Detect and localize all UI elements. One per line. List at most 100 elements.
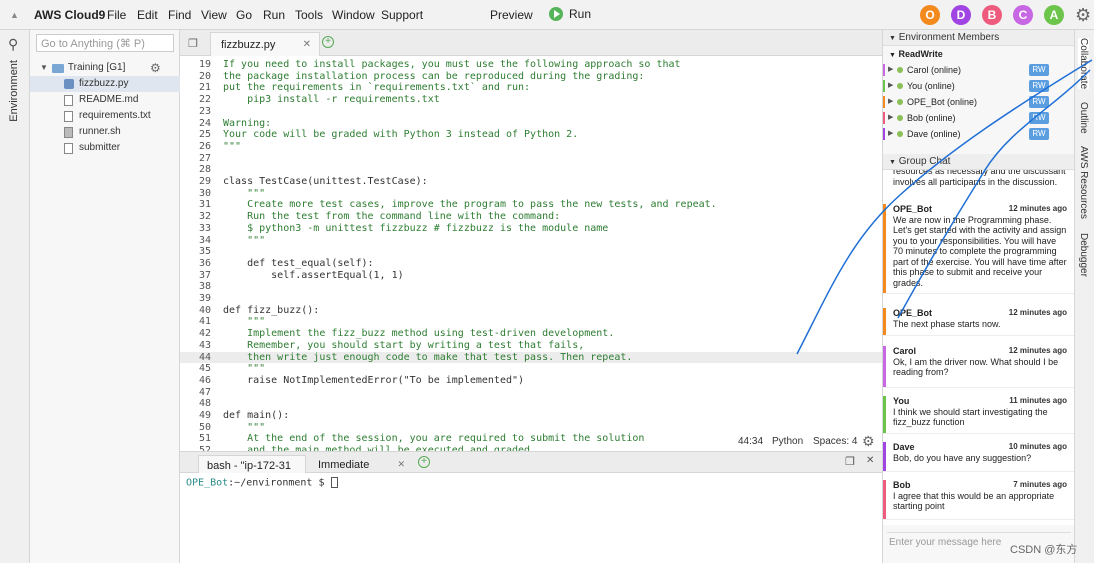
code-line[interactable]: 31 Create more test cases, improve the p… bbox=[180, 199, 882, 211]
tab-bash[interactable]: bash - "ip-172-31 ✕ bbox=[198, 455, 306, 483]
menu-run[interactable]: Run bbox=[263, 8, 285, 22]
avatar-b[interactable]: B bbox=[982, 5, 1002, 25]
code-line[interactable]: 38 bbox=[180, 281, 882, 293]
code-line[interactable]: 43 Remember, you should start by writing… bbox=[180, 340, 882, 352]
goto-anything-input[interactable]: Go to Anything (⌘ P) bbox=[36, 34, 174, 52]
code-line[interactable]: 46 raise NotImplementedError("To be impl… bbox=[180, 375, 882, 387]
tab-outline[interactable]: Outline bbox=[1078, 102, 1089, 134]
avatar-a[interactable]: A bbox=[1044, 5, 1064, 25]
code-line[interactable]: 25 Your code will be graded with Python 3… bbox=[180, 129, 882, 141]
tree-file-submitter[interactable]: submitter bbox=[30, 140, 180, 156]
member-row[interactable]: ▶ Carol (online) RW bbox=[883, 62, 1074, 78]
group-chat-header[interactable]: ▼ Group Chat bbox=[883, 154, 1075, 170]
folder-gear-icon[interactable]: ⚙ bbox=[150, 60, 161, 76]
code-line[interactable]: 30 """ bbox=[180, 188, 882, 200]
code-line[interactable]: 24 Warning: bbox=[180, 118, 882, 130]
environment-tab[interactable]: Environment bbox=[8, 60, 20, 122]
readwrite-group[interactable]: ▼ ReadWrite bbox=[883, 46, 1074, 62]
menu-find[interactable]: Find bbox=[168, 8, 191, 22]
preview-button[interactable]: Preview bbox=[490, 8, 533, 22]
add-terminal-icon[interactable]: + bbox=[418, 456, 430, 468]
menu-window[interactable]: Window bbox=[332, 8, 375, 22]
pages-icon[interactable]: ❐ bbox=[188, 37, 198, 50]
settings-gear-icon[interactable]: ⚙ bbox=[1075, 5, 1091, 26]
rw-badge[interactable]: RW bbox=[1029, 64, 1049, 76]
code-line[interactable]: 26 """ bbox=[180, 141, 882, 153]
close-icon[interactable]: ✕ bbox=[397, 459, 405, 470]
rw-badge[interactable]: RW bbox=[1029, 96, 1049, 108]
code-line[interactable]: 34 """ bbox=[180, 235, 882, 247]
chevron-right-icon[interactable]: ▶ bbox=[888, 94, 893, 110]
close-panel-icon[interactable]: ✕ bbox=[866, 455, 874, 466]
avatar-o[interactable]: O bbox=[920, 5, 940, 25]
tree-file-fizzbuzz[interactable]: fizzbuzz.py bbox=[30, 76, 180, 92]
code-line[interactable]: 37 self.assertEqual(1, 1) bbox=[180, 270, 882, 282]
tab-immediate[interactable]: Immediate ✕ bbox=[310, 455, 405, 474]
tab-fizzbuzz[interactable]: fizzbuzz.py ✕ bbox=[210, 32, 320, 56]
menu-go[interactable]: Go bbox=[236, 8, 252, 22]
terminal[interactable]: OPE_Bot:~/environment $ bbox=[180, 473, 882, 563]
search-icon[interactable]: ⚲ bbox=[8, 36, 18, 53]
collapse-icon[interactable]: ▲ bbox=[10, 10, 19, 20]
code-line[interactable]: 47 bbox=[180, 387, 882, 399]
tab-aws-resources[interactable]: AWS Resources bbox=[1078, 146, 1089, 219]
editor-settings-icon[interactable]: ⚙ bbox=[862, 433, 875, 450]
tree-file-readme[interactable]: README.md bbox=[30, 92, 180, 108]
code-line[interactable]: 40 def fizz_buzz(): bbox=[180, 305, 882, 317]
avatar-d[interactable]: D bbox=[951, 5, 971, 25]
menu-file[interactable]: File bbox=[107, 8, 126, 22]
menu-edit[interactable]: Edit bbox=[137, 8, 158, 22]
code-line[interactable]: 27 bbox=[180, 153, 882, 165]
code-line[interactable]: 35 bbox=[180, 246, 882, 258]
chevron-right-icon[interactable]: ▶ bbox=[888, 78, 893, 94]
menu-view[interactable]: View bbox=[201, 8, 227, 22]
code-line[interactable]: 45 """ bbox=[180, 363, 882, 375]
code-editor[interactable]: 19 If you need to install packages, you m… bbox=[180, 56, 882, 451]
menu-support[interactable]: Support bbox=[381, 8, 423, 22]
app-brand[interactable]: AWS Cloud9 bbox=[34, 8, 105, 22]
add-tab-icon[interactable]: + bbox=[322, 36, 334, 48]
menu-tools[interactable]: Tools bbox=[295, 8, 323, 22]
tree-file-requirements[interactable]: requirements.txt bbox=[30, 108, 180, 124]
indent-setting[interactable]: Spaces: 4 bbox=[813, 436, 857, 447]
code-line[interactable]: 19 If you need to install packages, you m… bbox=[180, 59, 882, 71]
code-line[interactable]: 42 Implement the fizz_buzz method using … bbox=[180, 328, 882, 340]
avatar-c[interactable]: C bbox=[1013, 5, 1033, 25]
code-line[interactable]: 23 bbox=[180, 106, 882, 118]
member-row[interactable]: ▶ Bob (online) RW bbox=[883, 110, 1074, 126]
run-button[interactable]: Run bbox=[549, 7, 591, 21]
code-line[interactable]: 29 class TestCase(unittest.TestCase): bbox=[180, 176, 882, 188]
code-line[interactable]: 22 pip3 install -r requirements.txt bbox=[180, 94, 882, 106]
code-line[interactable]: 21 put the requirements in `requirements.… bbox=[180, 82, 882, 94]
code-line[interactable]: 50 """ bbox=[180, 422, 882, 434]
rw-badge[interactable]: RW bbox=[1029, 80, 1049, 92]
code-line[interactable]: 33 $ python3 -m unittest fizzbuzz # fizz… bbox=[180, 223, 882, 235]
chevron-right-icon[interactable]: ▶ bbox=[888, 126, 893, 142]
tree-file-runner[interactable]: runner.sh bbox=[30, 124, 180, 140]
code-line[interactable]: 28 bbox=[180, 164, 882, 176]
code-line[interactable]: 48 bbox=[180, 398, 882, 410]
member-row[interactable]: ▶ You (online) RW bbox=[883, 78, 1074, 94]
members-header[interactable]: ▼ Environment Members bbox=[883, 30, 1074, 46]
code-line[interactable]: 36 def test_equal(self): bbox=[180, 258, 882, 270]
member-row[interactable]: ▶ OPE_Bot (online) RW bbox=[883, 94, 1074, 110]
code-line[interactable]: 44 then write just enough code to make t… bbox=[180, 351, 882, 364]
tree-folder-root[interactable]: ▼ Training [G1] ⚙ bbox=[30, 60, 180, 76]
rw-badge[interactable]: RW bbox=[1029, 112, 1049, 124]
chevron-down-icon[interactable]: ▼ bbox=[40, 60, 48, 76]
member-row[interactable]: ▶ Dave (online) RW bbox=[883, 126, 1074, 142]
chevron-right-icon[interactable]: ▶ bbox=[888, 110, 893, 126]
tab-debugger[interactable]: Debugger bbox=[1078, 233, 1089, 277]
code-line[interactable]: 32 Run the test from the command line wi… bbox=[180, 211, 882, 223]
close-icon[interactable]: ✕ bbox=[303, 39, 311, 50]
code-line[interactable]: 49 def main(): bbox=[180, 410, 882, 422]
code-line[interactable]: 39 bbox=[180, 293, 882, 305]
tab-collaborate[interactable]: Collaborate bbox=[1078, 38, 1089, 90]
chevron-right-icon[interactable]: ▶ bbox=[888, 62, 893, 78]
code-line[interactable]: 20 the package installation process can b… bbox=[180, 71, 882, 83]
language-mode[interactable]: Python bbox=[772, 436, 803, 447]
maximize-icon[interactable]: ❐ bbox=[845, 455, 855, 468]
rw-badge[interactable]: RW bbox=[1029, 128, 1049, 140]
code-line[interactable]: 41 """ bbox=[180, 316, 882, 328]
cursor-position[interactable]: 44:34 bbox=[738, 436, 763, 447]
